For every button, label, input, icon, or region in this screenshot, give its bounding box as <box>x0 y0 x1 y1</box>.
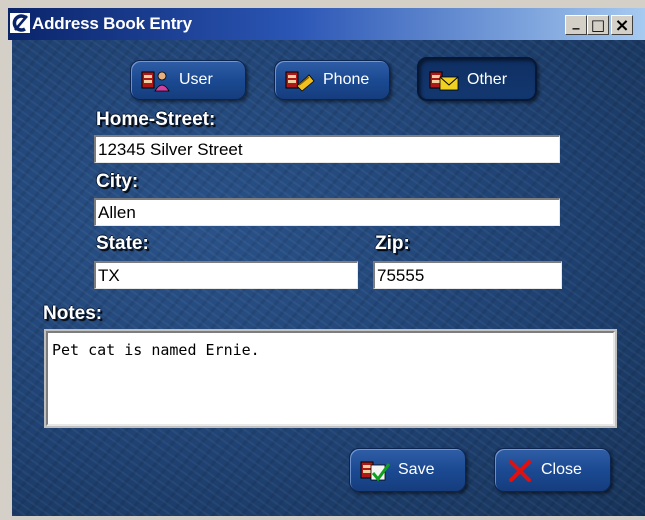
app-logo-icon <box>10 13 30 33</box>
envelope-card-icon <box>429 71 459 91</box>
tab-other-label: Other <box>467 71 508 88</box>
tab-other[interactable]: Other <box>417 57 537 101</box>
close-button[interactable]: Close <box>494 448 611 492</box>
window-title: Address Book Entry <box>32 14 192 33</box>
zip-input[interactable]: 75555 <box>373 261 562 289</box>
tab-user[interactable]: User <box>130 60 246 100</box>
form-panel: User Phone Other Home-Street: 12345 Silv… <box>12 40 645 516</box>
save-button-label: Save <box>398 461 435 478</box>
home-street-input[interactable]: 12345 Silver Street <box>94 135 560 163</box>
city-input[interactable]: Allen <box>94 198 560 226</box>
minimize-button[interactable]: _ <box>565 14 587 35</box>
notes-textarea[interactable]: Pet cat is named Ernie. <box>46 331 615 426</box>
save-button[interactable]: Save <box>349 448 466 492</box>
zip-label: Zip: <box>375 233 410 254</box>
home-street-label: Home-Street: <box>96 109 216 130</box>
city-label: City: <box>96 171 139 192</box>
state-label: State: <box>96 233 149 254</box>
state-input[interactable]: TX <box>94 261 358 289</box>
close-window-button[interactable]: × <box>611 14 633 36</box>
maximize-button[interactable]: □ <box>587 15 609 35</box>
notes-label: Notes: <box>43 303 103 324</box>
maximize-icon: □ <box>590 16 606 34</box>
tab-phone[interactable]: Phone <box>274 60 390 100</box>
close-x-icon <box>509 460 531 482</box>
close-button-label: Close <box>541 461 582 478</box>
tab-user-label: User <box>179 71 213 88</box>
phone-card-icon <box>285 71 315 92</box>
close-icon: × <box>614 14 630 36</box>
user-card-icon <box>141 71 170 92</box>
address-book-window: Address Book Entry _ □ × User Phone Othe… <box>0 0 645 520</box>
tab-phone-label: Phone <box>323 71 370 88</box>
title-bar[interactable]: Address Book Entry _ □ × <box>8 8 645 40</box>
minimize-icon: _ <box>572 14 580 30</box>
save-check-icon <box>360 461 390 482</box>
